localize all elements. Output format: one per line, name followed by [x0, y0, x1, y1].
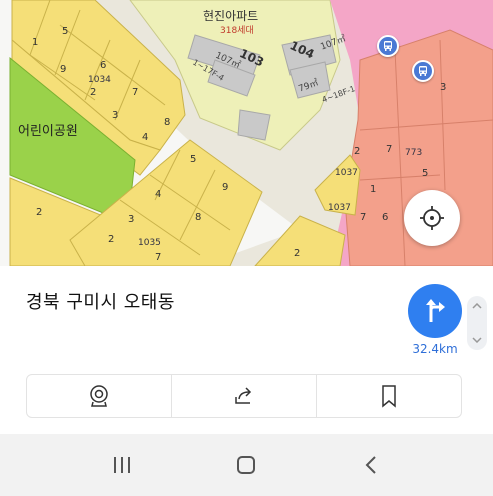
- bookmark-button[interactable]: [316, 375, 461, 417]
- lot-number: 8: [195, 212, 201, 223]
- place-info-panel: 경북 구미시 오태동 32.4km: [0, 266, 493, 434]
- lot-number: 5: [62, 26, 68, 37]
- lot-number: 9: [222, 182, 228, 193]
- lot-number: 3: [440, 82, 446, 93]
- lot-number: 2: [108, 234, 114, 245]
- lot-number: 7: [155, 252, 161, 263]
- lot-label-1034: 1034: [88, 75, 111, 85]
- place-address: 경북 구미시 오태동: [26, 292, 175, 313]
- my-location-button[interactable]: [404, 190, 460, 246]
- recent-apps-icon: [114, 457, 131, 473]
- share-button[interactable]: [171, 375, 316, 417]
- lot-number: 3: [112, 110, 118, 121]
- lot-label-1037a: 1037: [335, 168, 358, 178]
- crosshair-icon: [420, 206, 444, 230]
- map-pin-camera-icon: [90, 385, 108, 407]
- lot-number: 2: [90, 87, 96, 98]
- lot-number: 1: [370, 184, 376, 195]
- chevron-down-icon: [472, 337, 482, 343]
- streetview-button[interactable]: [27, 375, 171, 417]
- lot-number: 7: [132, 87, 138, 98]
- apartment-name-label: 현진아파트: [203, 9, 258, 23]
- panel-scroll-handle[interactable]: [467, 296, 487, 350]
- lot-number: 4: [142, 132, 148, 143]
- directions-button[interactable]: [408, 284, 462, 338]
- lot-label-773: 773: [405, 148, 422, 158]
- apartment-units-label: 318세대: [220, 25, 254, 36]
- lot-number: 2: [294, 248, 300, 259]
- map-view[interactable]: 현진아파트 318세대 103 104 107㎡ 107㎡ 79㎡ 1~17F-…: [0, 0, 493, 266]
- lot-number: 3: [128, 214, 134, 225]
- recent-apps-button[interactable]: [92, 440, 152, 490]
- share-icon: [235, 387, 252, 404]
- chevron-up-icon: [472, 303, 482, 309]
- directions-arrow-icon: [426, 299, 445, 322]
- back-button[interactable]: [341, 440, 401, 490]
- lot-number: 8: [164, 117, 170, 128]
- lot-number: 1: [32, 37, 38, 48]
- lot-label-1037b: 1037: [328, 203, 351, 213]
- lot-label-1035: 1035: [138, 238, 161, 248]
- lot-number: 4: [155, 189, 161, 200]
- lot-number: 7: [386, 144, 392, 155]
- lot-number: 5: [190, 154, 196, 165]
- bus-stop-icon[interactable]: [377, 35, 399, 57]
- lot-number: 2: [354, 146, 360, 157]
- lot-number: 2: [36, 207, 42, 218]
- lot-number: 9: [60, 64, 66, 75]
- home-icon: [237, 456, 256, 474]
- lot-number: 5: [422, 168, 428, 179]
- lot-number: 6: [382, 212, 388, 223]
- distance-label: 32.4km: [412, 342, 458, 356]
- home-button[interactable]: [216, 440, 276, 490]
- lot-number: 7: [360, 212, 366, 223]
- park-label: 어린이공원: [18, 124, 78, 139]
- bookmark-icon: [382, 385, 396, 408]
- system-nav-bar: [0, 434, 493, 496]
- action-bar: [26, 374, 462, 418]
- bus-stop-icon[interactable]: [412, 60, 434, 82]
- back-chevron-icon: [365, 456, 376, 474]
- screen: 현진아파트 318세대 103 104 107㎡ 107㎡ 79㎡ 1~17F-…: [0, 0, 493, 496]
- lot-number: 6: [100, 60, 106, 71]
